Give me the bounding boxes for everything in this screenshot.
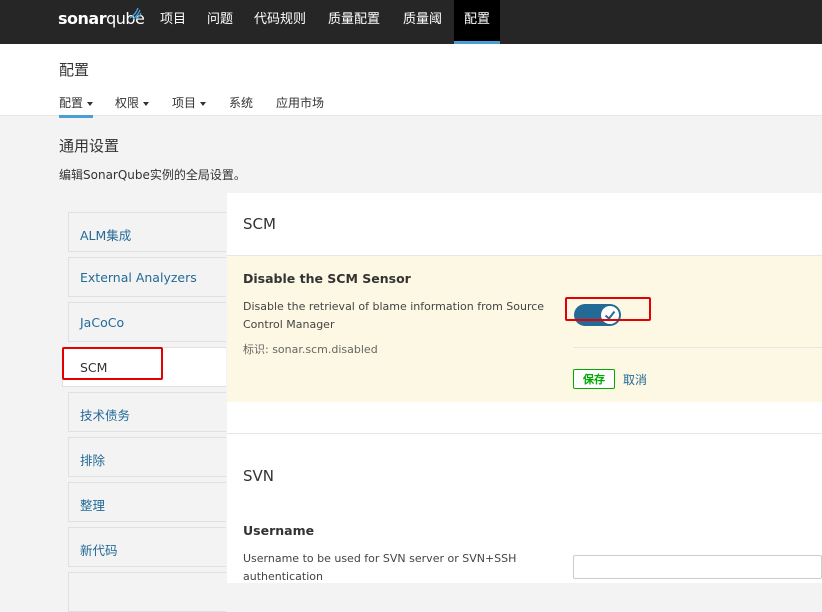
tab-security[interactable]: 权限 [115, 94, 150, 111]
nav-quality-profiles[interactable]: 质量配置 [328, 0, 380, 44]
scm-section-title: SCM [243, 215, 276, 233]
sonar-waves-icon [129, 7, 142, 20]
general-settings-title: 通用设置 [59, 137, 120, 155]
category-housekeeping[interactable]: 整理 [68, 482, 226, 522]
category-jacoco[interactable]: JaCoCo [68, 302, 226, 342]
category-external-analyzers[interactable]: External Analyzers [68, 257, 226, 297]
tab-system[interactable]: 系统 [229, 94, 253, 111]
setting-description-line-2: Control Manager [243, 318, 335, 331]
svn-section-title: SVN [243, 467, 275, 485]
tab-projects-label: 项目 [172, 96, 197, 110]
tab-marketplace[interactable]: 应用市场 [276, 94, 324, 111]
username-setting-name: Username [243, 523, 315, 538]
category-alm[interactable]: ALM集成 [68, 212, 226, 252]
username-description-line-1: Username to be used for SVN server or SV… [243, 552, 517, 565]
category-label: 新代码 [80, 543, 118, 558]
category-label: 排除 [80, 453, 106, 468]
tab-projects[interactable]: 项目 [172, 94, 207, 111]
category-more[interactable] [68, 572, 226, 612]
caret-down-icon [143, 101, 150, 106]
category-label: 整理 [80, 498, 106, 513]
save-button[interactable]: 保存 [573, 369, 615, 389]
category-label: 技术债务 [80, 408, 131, 423]
tab-configuration[interactable]: 配置 [59, 94, 94, 118]
category-new-code[interactable]: 新代码 [68, 527, 226, 567]
nav-administration[interactable]: 配置 [454, 0, 501, 44]
category-exclusions[interactable]: 排除 [68, 437, 226, 477]
logo-text-main: sonar [58, 9, 107, 28]
general-settings-description: 编辑SonarQube实例的全局设置。 [59, 168, 246, 182]
nav-issues[interactable]: 问题 [207, 0, 233, 44]
category-label: External Analyzers [80, 270, 197, 285]
sonarqube-logo[interactable]: sonarqube [58, 7, 145, 28]
nav-quality-gates[interactable]: 质量阈 [403, 0, 442, 44]
setting-description-line-1: Disable the retrieval of blame informati… [243, 300, 545, 313]
tab-configuration-label: 配置 [59, 96, 84, 110]
tab-security-label: 权限 [115, 96, 140, 110]
caret-down-icon [87, 101, 94, 106]
setting-key: 标识: sonar.scm.disabled [243, 343, 378, 356]
annotation-box-scm-category [62, 347, 163, 380]
username-input[interactable] [573, 555, 822, 579]
setting-name: Disable the SCM Sensor [243, 271, 411, 286]
page-header: 配置 配置 权限 项目 系统 应用市场 [0, 44, 822, 118]
top-navbar: sonarqube 项目 问题 代码规则 质量配置 质量阈 配置 [0, 0, 822, 44]
caret-down-icon [200, 101, 207, 106]
nav-projects[interactable]: 项目 [160, 0, 186, 44]
page-title: 配置 [59, 61, 90, 79]
divider [227, 433, 822, 434]
cancel-button[interactable]: 取消 [623, 371, 647, 388]
category-label: ALM集成 [80, 228, 132, 243]
username-description-line-2: authentication [243, 570, 323, 583]
divider [573, 347, 822, 348]
category-technical-debt[interactable]: 技术债务 [68, 392, 226, 432]
annotation-box-toggle [565, 297, 651, 321]
nav-rules[interactable]: 代码规则 [254, 0, 306, 44]
category-label: JaCoCo [80, 315, 125, 330]
